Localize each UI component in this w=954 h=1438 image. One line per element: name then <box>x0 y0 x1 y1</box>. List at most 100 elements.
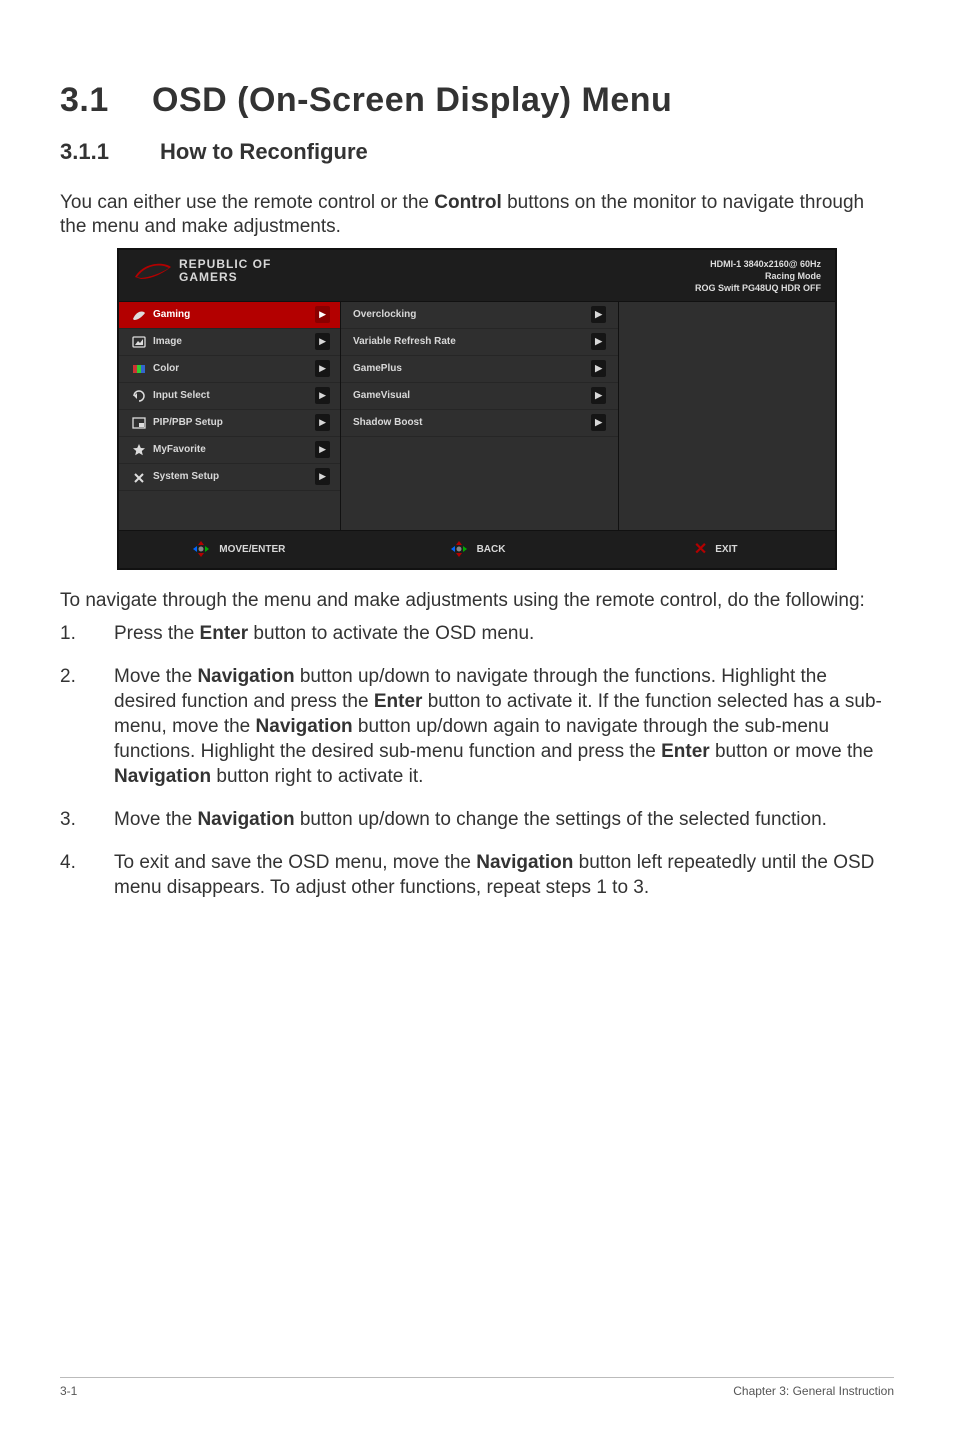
chevron-right-icon: ▶ <box>591 306 606 323</box>
osd-footer: MOVE/ENTER BACK ✕ EXIT <box>119 530 835 568</box>
menu-item-icon <box>129 443 149 457</box>
menu-item-icon <box>129 416 149 430</box>
step-bold-text: Navigation <box>476 852 573 873</box>
menu-item-icon <box>129 335 149 349</box>
logo-line2: GAMERS <box>179 271 271 284</box>
chevron-right-icon: ▶ <box>591 333 606 350</box>
chevron-right-icon: ▶ <box>315 333 330 350</box>
step-text: button to activate the OSD menu. <box>248 623 534 644</box>
step-number: 4. <box>60 850 76 875</box>
after-osd-paragraph: To navigate through the menu and make ad… <box>60 588 894 613</box>
menu-item-label: PIP/PBP Setup <box>149 417 315 428</box>
status-line-3: ROG Swift PG48UQ HDR OFF <box>695 282 821 294</box>
step-text: button or move the <box>710 741 874 762</box>
intro-text-1: You can either use the remote control or… <box>60 192 434 213</box>
osd-submenu-item[interactable]: GameVisual ▶ <box>341 383 618 410</box>
footer-exit-label: EXIT <box>715 544 737 555</box>
step-bold-text: Navigation <box>197 809 294 830</box>
osd-footer-back[interactable]: BACK <box>358 531 597 568</box>
osd-footer-move[interactable]: MOVE/ENTER <box>119 531 358 568</box>
menu-item-label: Image <box>149 336 315 347</box>
chevron-right-icon: ▶ <box>591 360 606 377</box>
intro-paragraph: You can either use the remote control or… <box>60 191 894 240</box>
osd-submenu-item[interactable]: Variable Refresh Rate ▶ <box>341 329 618 356</box>
step-bold-text: Enter <box>200 623 249 644</box>
osd-submenu-item[interactable]: Overclocking ▶ <box>341 302 618 329</box>
submenu-label: Shadow Boost <box>353 417 422 428</box>
osd-submenu-item[interactable]: GamePlus ▶ <box>341 356 618 383</box>
chevron-right-icon: ▶ <box>315 468 330 485</box>
subsection-title-text: How to Reconfigure <box>160 139 368 164</box>
osd-menu-item[interactable]: Image▶ <box>119 329 340 356</box>
step-text: Press the <box>114 623 200 644</box>
osd-menu-item[interactable]: System Setup▶ <box>119 464 340 491</box>
logo-line1: REPUBLIC OF <box>179 258 271 271</box>
step-text: To exit and save the OSD menu, move the <box>114 852 476 873</box>
step-item: 2.Move the Navigation button up/down to … <box>60 664 894 789</box>
page-footer: 3-1 Chapter 3: General Instruction <box>60 1377 894 1398</box>
menu-item-icon <box>129 389 149 403</box>
chevron-right-icon: ▶ <box>315 306 330 323</box>
step-bold-text: Enter <box>374 691 423 712</box>
step-bold-text: Enter <box>661 741 710 762</box>
osd-menu-item[interactable]: Gaming▶ <box>119 302 340 329</box>
osd-logo: REPUBLIC OF GAMERS <box>133 258 271 283</box>
step-text: Move the <box>114 809 197 830</box>
menu-item-icon <box>129 308 149 322</box>
steps-list: 1. Press the Enter button to activate the… <box>60 621 894 901</box>
step-item: 1. Press the Enter button to activate the… <box>60 621 894 646</box>
osd-menu-item[interactable]: MyFavorite▶ <box>119 437 340 464</box>
osd-body: Gaming▶Image▶Color▶Input Select▶PIP/PBP … <box>119 302 835 530</box>
section-title-text: OSD (On-Screen Display) Menu <box>152 81 672 119</box>
step-item: 4. To exit and save the OSD menu, move th… <box>60 850 894 900</box>
section-heading: 3.1OSD (On-Screen Display) Menu <box>60 80 894 121</box>
chevron-right-icon: ▶ <box>315 414 330 431</box>
osd-left-column: Gaming▶Image▶Color▶Input Select▶PIP/PBP … <box>119 302 341 530</box>
close-icon: ✕ <box>694 539 707 559</box>
osd-menu-item[interactable]: Input Select▶ <box>119 383 340 410</box>
menu-item-label: Color <box>149 363 315 374</box>
chevron-right-icon: ▶ <box>315 387 330 404</box>
submenu-label: GameVisual <box>353 390 410 401</box>
step-text: button right to activate it. <box>211 766 423 787</box>
osd-status: HDMI-1 3840x2160@ 60Hz Racing Mode ROG S… <box>695 258 821 294</box>
menu-item-icon <box>129 470 149 484</box>
step-number: 1. <box>60 621 76 646</box>
joystick-icon <box>191 539 211 559</box>
osd-header: REPUBLIC OF GAMERS HDMI-1 3840x2160@ 60H… <box>119 250 835 301</box>
intro-bold-1: Control <box>434 192 502 213</box>
footer-back-label: BACK <box>477 544 506 555</box>
osd-footer-exit[interactable]: ✕ EXIT <box>596 531 835 568</box>
footer-chapter: Chapter 3: General Instruction <box>733 1384 894 1398</box>
step-item: 3. Move the Navigation button up/down to … <box>60 807 894 832</box>
step-number: 3. <box>60 807 76 832</box>
osd-window: REPUBLIC OF GAMERS HDMI-1 3840x2160@ 60H… <box>117 248 837 569</box>
footer-page-number: 3-1 <box>60 1384 77 1398</box>
submenu-label: Overclocking <box>353 309 416 320</box>
submenu-label: GamePlus <box>353 363 402 374</box>
osd-submenu-item[interactable]: Shadow Boost ▶ <box>341 410 618 437</box>
joystick-back-icon <box>449 539 469 559</box>
status-line-1: HDMI-1 3840x2160@ 60Hz <box>695 258 821 270</box>
step-text: Move the <box>114 666 197 687</box>
step-bold-text: Navigation <box>114 766 211 787</box>
status-line-2: Racing Mode <box>695 270 821 282</box>
menu-item-icon <box>129 362 149 376</box>
osd-menu-item[interactable]: Color▶ <box>119 356 340 383</box>
menu-item-label: Input Select <box>149 390 315 401</box>
chevron-right-icon: ▶ <box>315 360 330 377</box>
menu-item-label: Gaming <box>149 309 315 320</box>
submenu-label: Variable Refresh Rate <box>353 336 456 347</box>
step-bold-text: Navigation <box>197 666 294 687</box>
step-bold-text: Navigation <box>256 716 353 737</box>
step-text: button up/down to change the settings of… <box>295 809 827 830</box>
osd-right-column <box>619 302 835 530</box>
osd-menu-item[interactable]: PIP/PBP Setup▶ <box>119 410 340 437</box>
subsection-heading: 3.1.1How to Reconfigure <box>60 139 894 165</box>
footer-move-label: MOVE/ENTER <box>219 544 285 555</box>
subsection-number: 3.1.1 <box>60 139 160 165</box>
chevron-right-icon: ▶ <box>591 414 606 431</box>
step-number: 2. <box>60 664 76 689</box>
chevron-right-icon: ▶ <box>591 387 606 404</box>
osd-logo-text: REPUBLIC OF GAMERS <box>179 258 271 283</box>
